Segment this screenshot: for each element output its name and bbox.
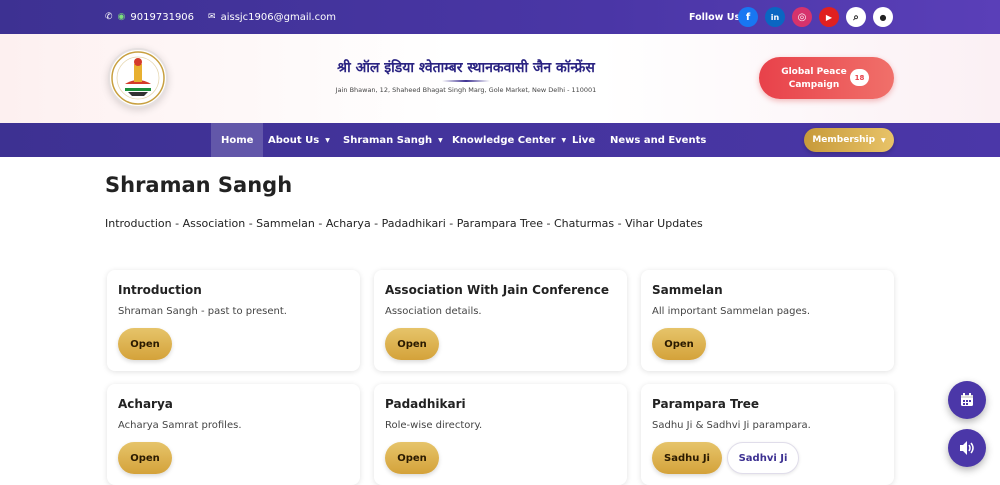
- card-title: Parampara Tree: [652, 397, 760, 411]
- nav-news-and-events[interactable]: News and Events: [610, 123, 706, 157]
- top-bar: ✆ ◉ 9019731906 ✉ aissjc1906@gmail.com Fo…: [0, 0, 1000, 34]
- email-link[interactable]: aissjc1906@gmail.com: [221, 12, 336, 23]
- sadhu-ji-button[interactable]: Sadhu Ji: [652, 442, 722, 474]
- nav-label: Home: [221, 134, 254, 146]
- open-button[interactable]: Open: [652, 328, 706, 360]
- audio-speaker-icon[interactable]: [948, 429, 986, 467]
- card-description: Shraman Sangh - past to present.: [118, 306, 287, 317]
- card-title: Padadhikari: [385, 397, 466, 411]
- campaign-badge: 18: [850, 69, 869, 86]
- membership-label: Membership: [812, 135, 876, 145]
- site-header: श्री ऑल इंडिया श्वेताम्बर स्थानकवासी जैन…: [0, 34, 1000, 124]
- whatsapp-icon: ◉: [117, 12, 126, 22]
- search-icon[interactable]: ⌕: [846, 7, 866, 27]
- card-title: Acharya: [118, 397, 173, 411]
- nav-shraman-sangh[interactable]: Shraman Sangh ▼: [343, 123, 443, 157]
- sadhvi-ji-button[interactable]: Sadhvi Ji: [727, 442, 799, 474]
- phone-number[interactable]: 9019731906: [130, 12, 194, 23]
- nav-label: Knowledge Center: [452, 134, 556, 146]
- card-acharya: Acharya Acharya Samrat profiles. Open: [107, 384, 360, 485]
- facebook-icon[interactable]: f: [738, 7, 758, 27]
- open-button[interactable]: Open: [118, 328, 172, 360]
- nav-label: Shraman Sangh: [343, 134, 433, 146]
- card-association: Association With Jain Conference Associa…: [374, 270, 627, 371]
- organization-name: श्री ऑल इंडिया श्वेताम्बर स्थानकवासी जैन…: [337, 60, 595, 76]
- chevron-down-icon: ▼: [438, 136, 443, 144]
- section-links[interactable]: Introduction - Association - Sammelan - …: [105, 217, 703, 230]
- nav-home[interactable]: Home: [211, 123, 264, 157]
- organization-address: Jain Bhawan, 12, Shaheed Bhagat Singh Ma…: [335, 86, 597, 94]
- instagram-icon[interactable]: ◎: [792, 7, 812, 27]
- open-button[interactable]: Open: [385, 328, 439, 360]
- chevron-down-icon: ▼: [325, 136, 330, 144]
- card-description: All important Sammelan pages.: [652, 306, 811, 317]
- card-introduction: Introduction Shraman Sangh - past to pre…: [107, 270, 360, 371]
- nav-about-us[interactable]: About Us ▼: [268, 123, 330, 157]
- chevron-down-icon: ▼: [881, 136, 886, 144]
- membership-button[interactable]: Membership ▼: [804, 128, 894, 152]
- title-divider: [442, 80, 490, 82]
- linkedin-icon[interactable]: in: [765, 7, 785, 27]
- card-description: Association details.: [385, 306, 482, 317]
- card-description: Acharya Samrat profiles.: [118, 420, 242, 431]
- campaign-label: Global Peace Campaign: [781, 67, 847, 90]
- organization-logo[interactable]: [108, 48, 168, 108]
- card-description: Sadhu Ji & Sadhvi Ji parampara.: [652, 420, 811, 431]
- calendar-icon[interactable]: [948, 381, 986, 419]
- card-title: Association With Jain Conference: [385, 283, 609, 297]
- global-peace-campaign-button[interactable]: Global Peace Campaign 18: [759, 57, 894, 99]
- mail-icon: ✉: [208, 12, 216, 22]
- card-title: Sammelan: [652, 283, 723, 297]
- follow-label: Follow Us:: [689, 11, 744, 23]
- nav-label: About Us: [268, 134, 320, 146]
- chevron-down-icon: ▼: [561, 136, 567, 144]
- youtube-icon[interactable]: ▶: [819, 7, 839, 27]
- location-icon[interactable]: ●: [873, 7, 893, 27]
- nav-label: News and Events: [610, 134, 707, 146]
- nav-knowledge-center[interactable]: Knowledge Center ▼: [452, 123, 566, 157]
- open-button[interactable]: Open: [118, 442, 172, 474]
- card-sammelan: Sammelan All important Sammelan pages. O…: [641, 270, 894, 371]
- nav-live[interactable]: Live: [572, 123, 595, 157]
- logo-emblem-icon: [111, 51, 165, 105]
- card-description: Role-wise directory.: [385, 420, 483, 431]
- card-padadhikari: Padadhikari Role-wise directory. Open: [374, 384, 627, 485]
- main-nav: Home About Us ▼ Shraman Sangh ▼ Knowledg…: [0, 123, 1000, 157]
- card-parampara-tree: Parampara Tree Sadhu Ji & Sadhvi Ji para…: [641, 384, 894, 485]
- card-title: Introduction: [118, 283, 202, 297]
- calendar-glyph-icon: [961, 393, 973, 406]
- phone-icon: ✆: [105, 12, 113, 22]
- contact-info: ✆ ◉ 9019731906 ✉ aissjc1906@gmail.com: [105, 0, 336, 34]
- open-button[interactable]: Open: [385, 442, 439, 474]
- speaker-glyph-icon: [960, 441, 974, 455]
- page-title: Shraman Sangh: [105, 173, 293, 197]
- nav-label: Live: [572, 134, 596, 146]
